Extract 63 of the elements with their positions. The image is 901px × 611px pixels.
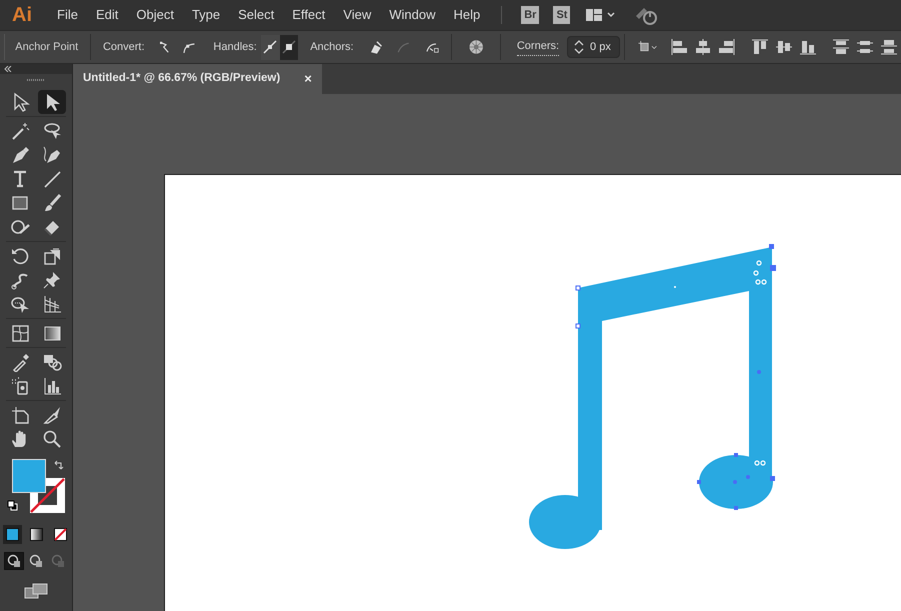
align-vertical-center-icon[interactable] [775,38,793,56]
knife-icon [42,405,62,425]
panel-grip-icon[interactable] [26,78,46,82]
align-bottom-icon[interactable] [799,38,817,56]
align-top-icon[interactable] [751,38,769,56]
app-button[interactable]: St [553,6,570,24]
corners-label[interactable]: Corners: [516,38,560,56]
collapse-panel-icon[interactable] [4,66,12,72]
align-horizontal-center-icon[interactable] [694,38,712,56]
pushpin-icon [42,270,62,290]
menu-item[interactable]: Edit [86,5,128,25]
distribute-bottom-icon[interactable] [880,38,898,56]
line-segment-icon [42,169,62,189]
mesh-icon [10,323,30,343]
align-right-icon[interactable] [718,38,736,56]
workspace-layout-icon[interactable] [585,7,618,23]
swap-arrows-icon[interactable] [53,460,65,472]
menu-item[interactable]: Select [229,5,284,25]
paintbrush-icon [42,193,62,213]
menu-item[interactable]: Effect [283,5,334,25]
convert-label: Convert: [102,40,146,55]
color-mode-button[interactable] [2,525,22,544]
fill-swatch[interactable] [12,459,46,493]
handles-line-icon [262,39,278,55]
rotate-icon [10,246,30,266]
pen-icon [10,145,30,165]
symbol-sprayer-icon [10,376,30,396]
bar-graph-icon [42,376,62,396]
draw-normal-button[interactable] [4,552,24,570]
handles-square-icon [280,39,297,55]
close-tab-button[interactable]: × [304,69,312,89]
handles-label: Handles: [212,40,258,55]
menu-item[interactable]: Type [182,5,230,25]
hide-handles-button[interactable] [280,34,298,60]
perspective-grid-icon [42,294,62,314]
anchors-label: Anchors: [309,40,355,55]
selection-type-label: Anchor Point [14,40,80,55]
tool-button[interactable] [38,90,66,114]
align-left-icon[interactable] [670,38,688,56]
blend-icon [42,352,62,372]
lasso-icon [42,121,62,141]
zoom-icon [42,429,62,449]
menu-item[interactable]: Object [127,5,183,25]
show-handles-button[interactable] [260,34,280,60]
stepper-arrows-icon[interactable] [572,38,586,56]
corners-field[interactable]: 0 px [567,36,620,58]
shaper-icon [10,217,30,237]
distribute-vertical-center-icon[interactable] [856,38,874,56]
menu-item[interactable]: Help [444,5,490,25]
document-tab[interactable]: Untitled-1* @ 66.67% (RGB/Preview) × [73,64,322,94]
artboard-icon [10,405,30,425]
default-colors-icon[interactable] [7,500,18,511]
magic-wand-icon [10,121,30,141]
distribute-top-icon[interactable] [832,38,850,56]
app-logo: Ai [12,3,32,28]
menu-item[interactable]: View [334,5,380,25]
eyedropper-icon [10,352,30,372]
scale-icon [42,246,62,266]
menu-item[interactable]: File [48,5,87,25]
curvature-pen-icon [42,145,62,165]
screen-mode-icon[interactable] [24,582,48,600]
app-button[interactable]: Br [521,6,540,24]
menu-item[interactable]: Window [380,5,444,25]
